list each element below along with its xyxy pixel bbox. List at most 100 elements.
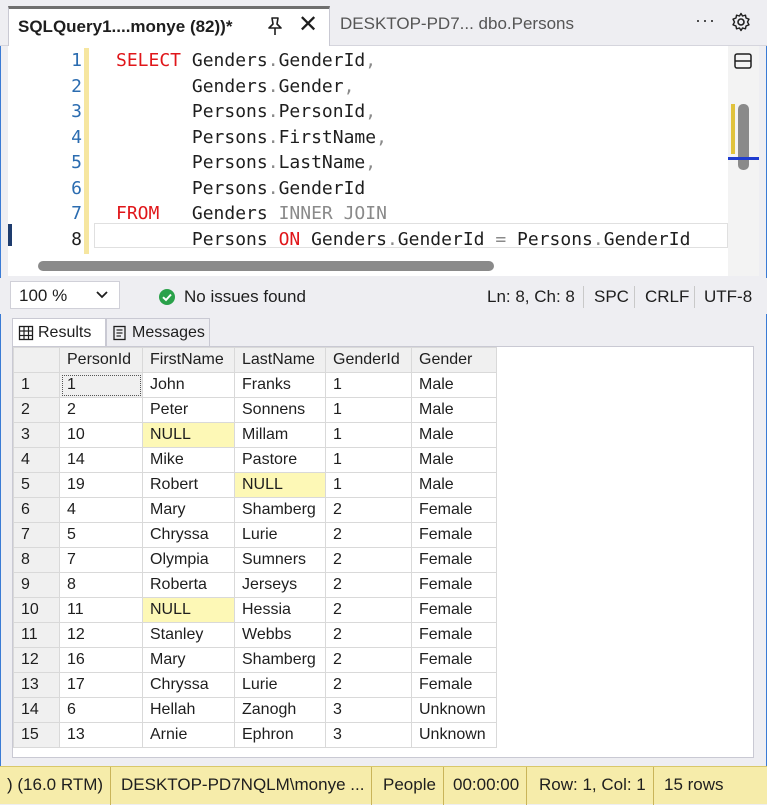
table-cell[interactable]: Female: [411, 672, 497, 698]
table-cell[interactable]: Female: [411, 522, 497, 548]
table-cell[interactable]: 3: [325, 697, 412, 723]
table-cell[interactable]: Pastore: [234, 447, 326, 473]
table-cell[interactable]: Male: [411, 447, 497, 473]
table-cell[interactable]: Female: [411, 547, 497, 573]
table-row[interactable]: 9 8 Roberta Jerseys 2 Female: [13, 572, 497, 598]
table-cell[interactable]: Female: [411, 622, 497, 648]
row-number[interactable]: 12: [13, 647, 60, 673]
table-cell[interactable]: NULL: [234, 472, 326, 498]
table-cell[interactable]: 19: [59, 472, 143, 498]
table-cell[interactable]: Sonnens: [234, 397, 326, 423]
table-cell[interactable]: Female: [411, 572, 497, 598]
table-cell[interactable]: 3: [325, 722, 412, 748]
table-cell[interactable]: 1: [325, 372, 412, 398]
tab-sqlquery1[interactable]: SQLQuery1....monye (82))* ✕: [8, 6, 330, 46]
encoding[interactable]: UTF-8: [704, 287, 752, 307]
table-row[interactable]: 8 7 Olympia Sumners 2 Female: [13, 547, 497, 573]
table-cell[interactable]: Franks: [234, 372, 326, 398]
table-row[interactable]: 5 19 Robert NULL 1 Male: [13, 472, 497, 498]
table-cell[interactable]: 2: [325, 572, 412, 598]
table-cell[interactable]: 2: [325, 597, 412, 623]
table-cell[interactable]: 2: [325, 547, 412, 573]
table-cell[interactable]: NULL: [142, 597, 235, 623]
table-cell[interactable]: Arnie: [142, 722, 235, 748]
table-row[interactable]: 13 17 Chryssa Lurie 2 Female: [13, 672, 497, 698]
table-cell[interactable]: 13: [59, 722, 143, 748]
table-row[interactable]: 15 13 Arnie Ephron 3 Unknown: [13, 722, 497, 748]
sql-code[interactable]: SELECT Genders.GenderId, Genders.Gender,…: [116, 48, 690, 252]
table-cell[interactable]: 1: [325, 472, 412, 498]
column-header[interactable]: LastName: [234, 347, 326, 373]
row-number[interactable]: 2: [13, 397, 60, 423]
table-cell[interactable]: Unknown: [411, 697, 497, 723]
table-cell[interactable]: 2: [325, 497, 412, 523]
table-cell[interactable]: Stanley: [142, 622, 235, 648]
row-number[interactable]: 7: [13, 522, 60, 548]
table-cell[interactable]: Chryssa: [142, 672, 235, 698]
pin-icon[interactable]: [265, 15, 285, 39]
table-cell[interactable]: Male: [411, 372, 497, 398]
table-cell[interactable]: Mary: [142, 497, 235, 523]
results-grid[interactable]: PersonId FirstName LastName GenderId Gen…: [12, 346, 754, 758]
tab-dbo-persons[interactable]: DESKTOP-PD7... dbo.Persons: [340, 14, 574, 34]
table-cell[interactable]: 2: [325, 522, 412, 548]
table-cell[interactable]: 1: [325, 422, 412, 448]
table-cell[interactable]: 7: [59, 547, 143, 573]
table-cell[interactable]: Roberta: [142, 572, 235, 598]
table-cell[interactable]: 2: [59, 397, 143, 423]
table-cell[interactable]: Male: [411, 397, 497, 423]
zoom-dropdown[interactable]: 100 %: [10, 281, 120, 309]
table-cell[interactable]: 11: [59, 597, 143, 623]
vertical-scrollbar-thumb[interactable]: [738, 104, 749, 170]
table-cell[interactable]: 2: [325, 672, 412, 698]
table-cell[interactable]: Robert: [142, 472, 235, 498]
table-cell[interactable]: John: [142, 372, 235, 398]
row-number[interactable]: 1: [13, 372, 60, 398]
table-cell[interactable]: 10: [59, 422, 143, 448]
table-cell[interactable]: Unknown: [411, 722, 497, 748]
table-row[interactable]: 1 1 John Franks 1 Male: [13, 372, 497, 398]
row-number[interactable]: 11: [13, 622, 60, 648]
line-ending[interactable]: CRLF: [645, 287, 689, 307]
table-cell[interactable]: Male: [411, 472, 497, 498]
table-cell[interactable]: 2: [325, 622, 412, 648]
table-cell[interactable]: Female: [411, 497, 497, 523]
table-cell[interactable]: NULL: [142, 422, 235, 448]
query-editor[interactable]: 12345678 SELECT Genders.GenderId, Gender…: [8, 46, 728, 276]
table-cell[interactable]: Hessia: [234, 597, 326, 623]
table-cell[interactable]: Millam: [234, 422, 326, 448]
column-header[interactable]: FirstName: [142, 347, 235, 373]
table-cell[interactable]: 1: [325, 397, 412, 423]
table-cell[interactable]: Mike: [142, 447, 235, 473]
close-icon[interactable]: ✕: [298, 13, 318, 37]
row-number[interactable]: 14: [13, 697, 60, 723]
table-cell[interactable]: 4: [59, 497, 143, 523]
row-number[interactable]: 6: [13, 497, 60, 523]
column-header[interactable]: GenderId: [325, 347, 412, 373]
issues-status[interactable]: No issues found: [184, 287, 306, 307]
table-cell[interactable]: 6: [59, 697, 143, 723]
table-row[interactable]: 14 6 Hellah Zanogh 3 Unknown: [13, 697, 497, 723]
cursor-position[interactable]: Ln: 8, Ch: 8: [487, 287, 575, 307]
row-number[interactable]: 5: [13, 472, 60, 498]
table-cell[interactable]: 2: [325, 647, 412, 673]
column-header[interactable]: PersonId: [59, 347, 143, 373]
table-cell[interactable]: Sumners: [234, 547, 326, 573]
table-cell[interactable]: Female: [411, 597, 497, 623]
table-cell[interactable]: 16: [59, 647, 143, 673]
row-number[interactable]: 8: [13, 547, 60, 573]
table-cell[interactable]: 12: [59, 622, 143, 648]
table-cell[interactable]: Lurie: [234, 522, 326, 548]
gear-icon[interactable]: [731, 12, 751, 32]
row-number[interactable]: 15: [13, 722, 60, 748]
table-row[interactable]: 3 10 NULL Millam 1 Male: [13, 422, 497, 448]
table-cell[interactable]: Webbs: [234, 622, 326, 648]
table-row[interactable]: 11 12 Stanley Webbs 2 Female: [13, 622, 497, 648]
row-number[interactable]: 10: [13, 597, 60, 623]
table-cell[interactable]: 5: [59, 522, 143, 548]
table-cell[interactable]: Chryssa: [142, 522, 235, 548]
table-row[interactable]: 2 2 Peter Sonnens 1 Male: [13, 397, 497, 423]
row-number[interactable]: 13: [13, 672, 60, 698]
table-cell[interactable]: 1: [325, 447, 412, 473]
table-cell[interactable]: 17: [59, 672, 143, 698]
